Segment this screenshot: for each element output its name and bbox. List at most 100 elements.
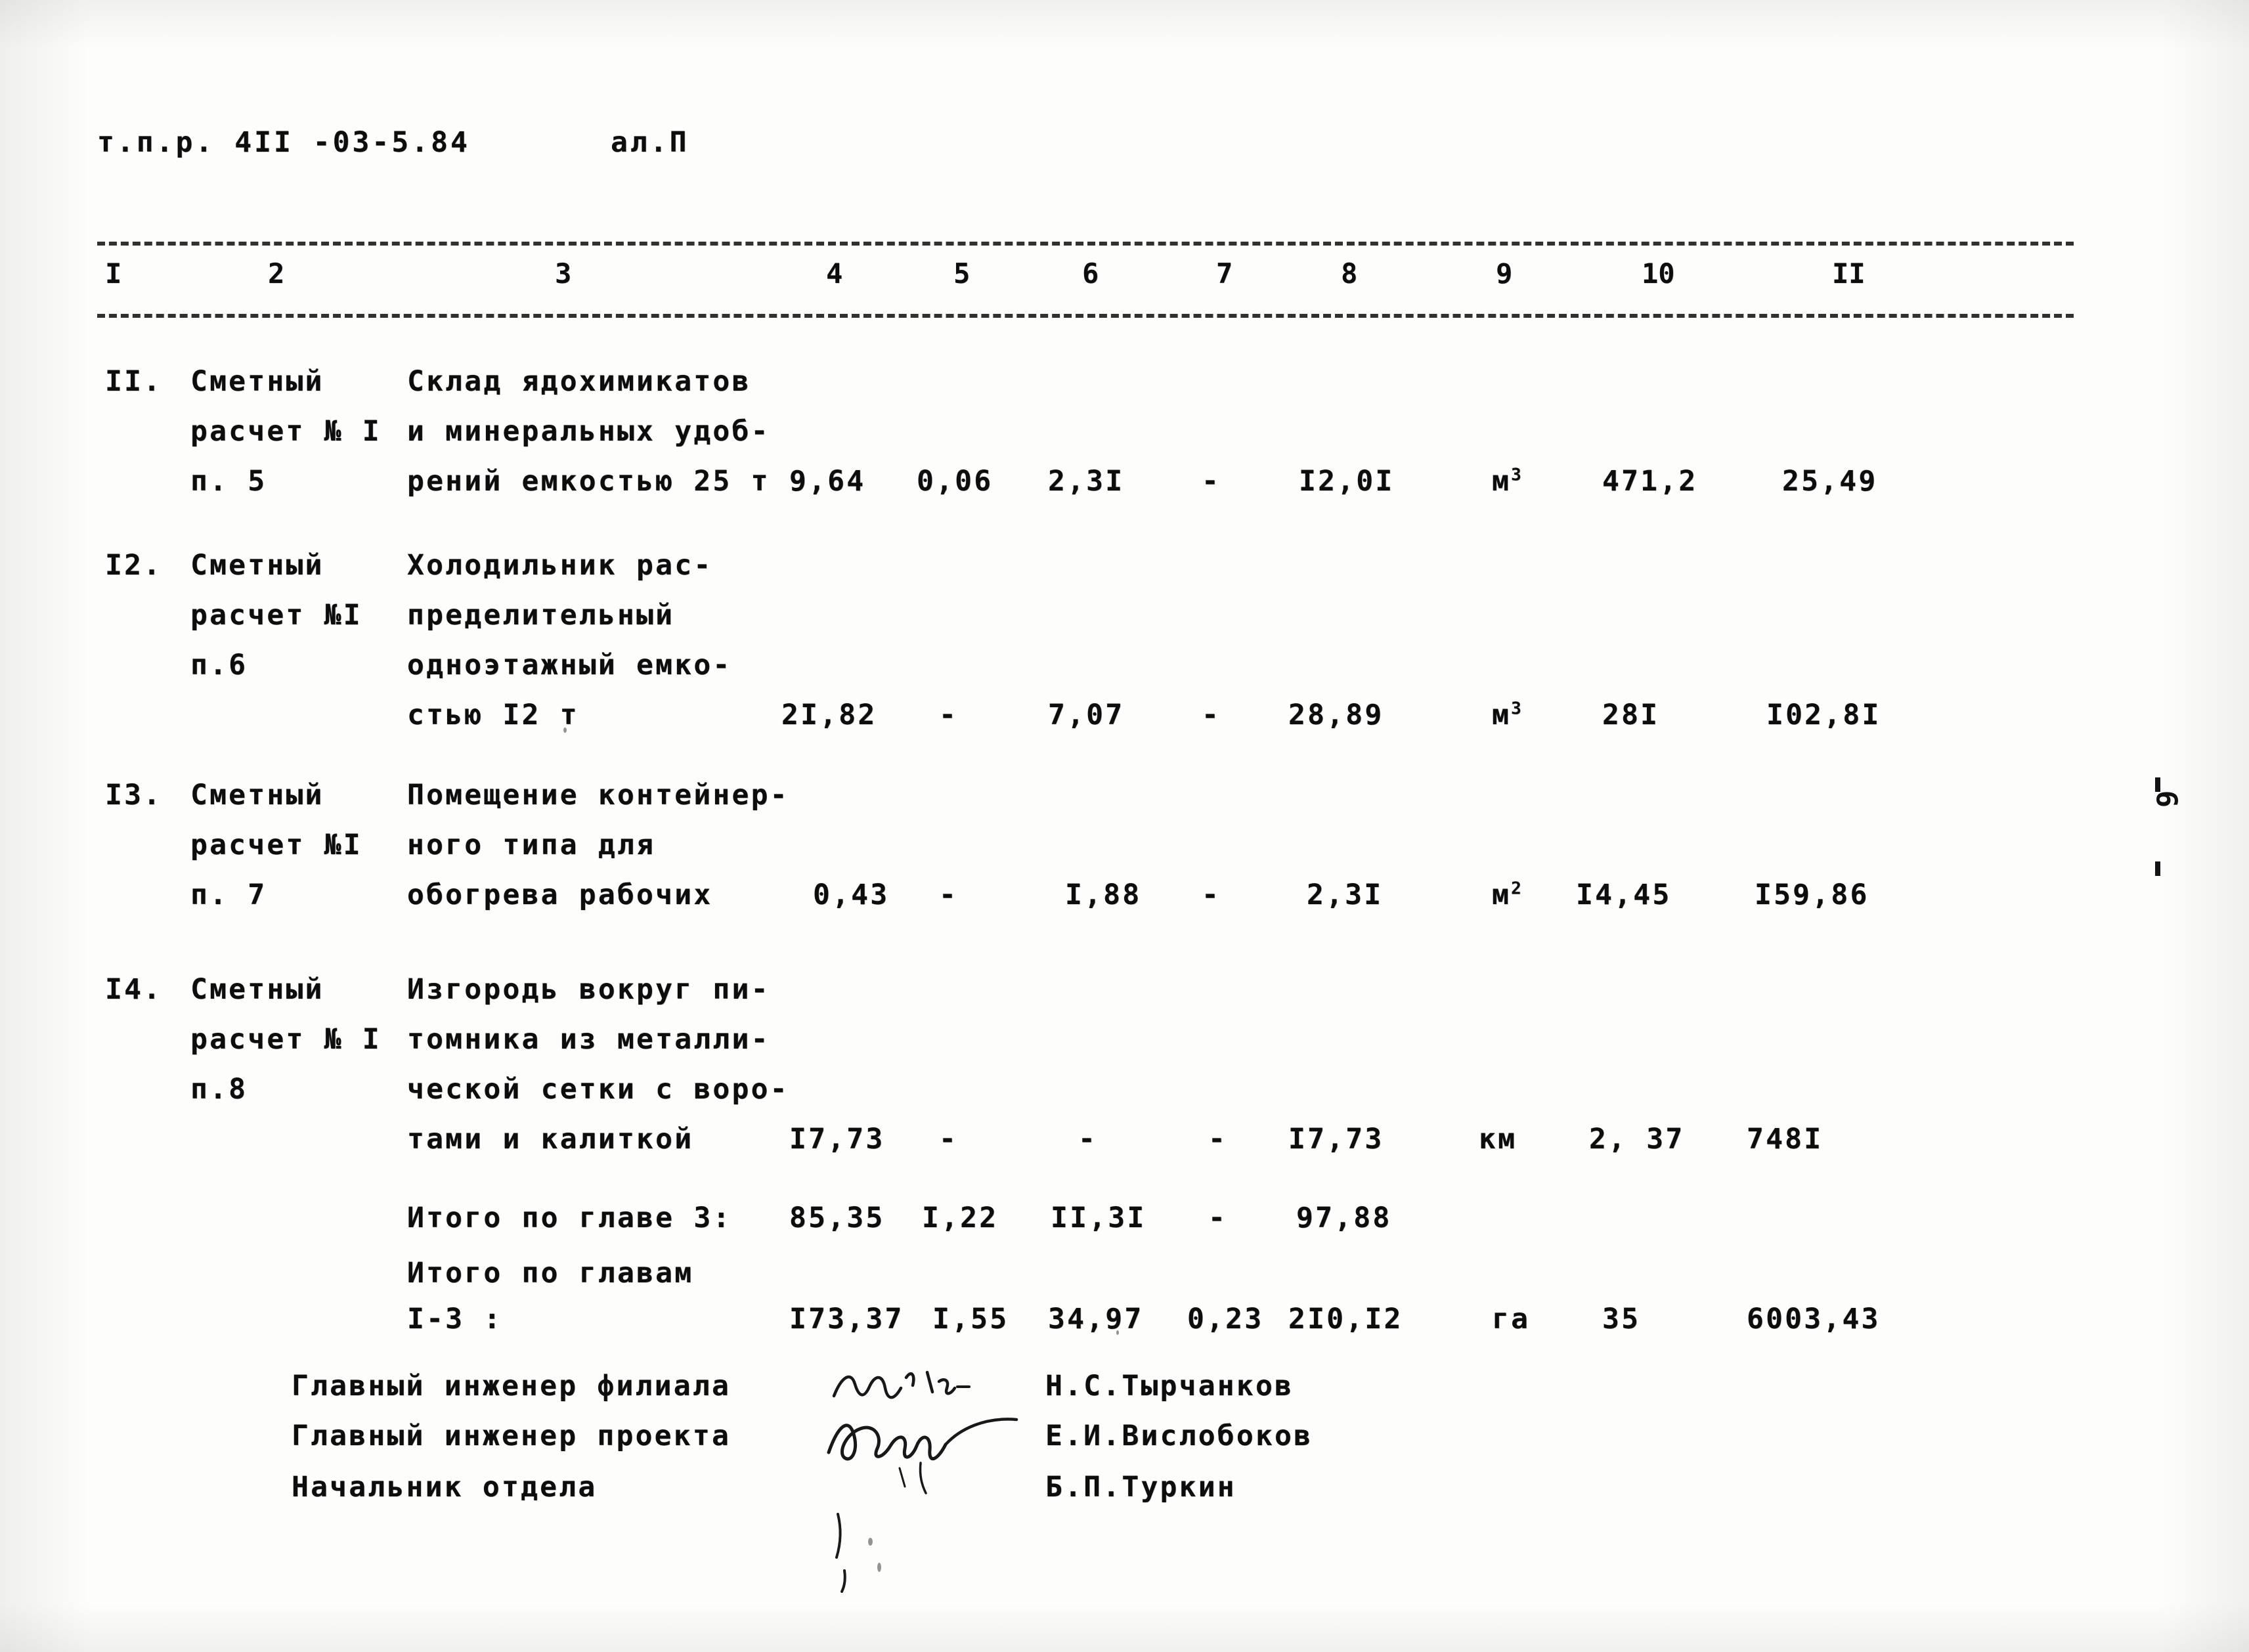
column-number-10: 10 <box>1642 257 1675 290</box>
cell-col5: - <box>939 1123 959 1156</box>
cell-col5: - <box>939 879 959 911</box>
row-name-line: рений емкостью 25 т <box>407 465 770 498</box>
row-name-line: одноэтажный емко- <box>407 649 732 682</box>
document-sheet: т.п.р. 4II -03-5.84 ал.П I 2 3 4 5 6 7 8… <box>0 0 2249 1652</box>
signature-title: Начальник отдела <box>292 1471 598 1504</box>
totals-col5: I,22 <box>922 1202 999 1234</box>
row-ref-line: расчет № I <box>190 1023 382 1056</box>
totals-col4: 85,35 <box>789 1202 885 1234</box>
row-name-line: пределительный <box>407 599 675 632</box>
row-name-line: ческой сетки с воро- <box>407 1073 789 1106</box>
cell-unit: км <box>1479 1125 1517 1154</box>
handwritten-signature-mark <box>822 1402 1045 1501</box>
totals-col7: - <box>1208 1202 1228 1234</box>
row-number: I4. <box>105 973 163 1006</box>
column-number-3: 3 <box>555 257 572 290</box>
cell-col6: - <box>1078 1123 1098 1156</box>
unit-symbol: м <box>1492 465 1512 498</box>
cell-col7: - <box>1202 879 1221 911</box>
row-number: I2. <box>105 549 163 582</box>
column-number-2: 2 <box>268 257 285 290</box>
row-ref-line: п.6 <box>190 649 248 682</box>
row-name-line: ного типа для <box>407 829 656 861</box>
totals-col10: 35 <box>1602 1303 1641 1336</box>
cell-col7: - <box>1202 699 1221 731</box>
totals-unit: га <box>1492 1303 1531 1336</box>
document-code: т.п.р. 4II -03-5.84 <box>97 126 470 159</box>
column-number-5: 5 <box>953 257 971 290</box>
column-number-6: 6 <box>1082 257 1099 290</box>
cell-col4: 9,64 <box>789 465 866 498</box>
column-number-11: II <box>1832 257 1866 290</box>
totals-label: Итого по главе 3: <box>407 1202 732 1234</box>
signature-name: Б.П.Туркин <box>1045 1471 1236 1504</box>
totals-label: Итого по главам <box>407 1257 694 1290</box>
row-ref-line: расчет № I <box>190 415 382 448</box>
totals-col8: 97,88 <box>1296 1202 1392 1234</box>
cell-col7: - <box>1202 465 1221 498</box>
signature-name: Е.И.Вислобоков <box>1045 1420 1313 1452</box>
cell-unit: м3 <box>1492 701 1521 729</box>
row-ref-line: Сметный <box>190 779 324 812</box>
row-name-line: обогрева рабочих <box>407 879 713 911</box>
page-number-dash-bottom <box>2155 861 2160 876</box>
totals-col11: 6003,43 <box>1747 1303 1881 1336</box>
cell-col10: I4,45 <box>1576 879 1672 911</box>
scan-speck <box>1116 1330 1119 1335</box>
cell-col4: I7,73 <box>789 1123 885 1156</box>
row-name-line: Помещение контейнер- <box>407 779 789 812</box>
totals-col6: 34,97 <box>1048 1303 1144 1336</box>
row-number: I3. <box>105 779 163 812</box>
row-name-line: томника из металли- <box>407 1023 770 1056</box>
column-number-1: I <box>105 257 122 290</box>
cell-col10: 2, 37 <box>1589 1123 1685 1156</box>
cell-col8: I2,0I <box>1299 465 1395 498</box>
cell-col8: 2,3I <box>1307 879 1384 911</box>
table-top-rule <box>97 242 2074 246</box>
cell-col6: 2,3I <box>1048 465 1125 498</box>
totals-col6: II,3I <box>1051 1202 1146 1234</box>
cell-col7: - <box>1208 1123 1228 1156</box>
unit-symbol: км <box>1479 1123 1518 1156</box>
row-name-line: стью I2 т <box>407 699 579 731</box>
cell-col10: 28I <box>1602 699 1660 731</box>
cell-unit: м2 <box>1492 880 1521 909</box>
row-ref-line: Сметный <box>190 549 324 582</box>
cell-col11: I02,8I <box>1766 699 1881 731</box>
signature-name: Н.С.Тырчанков <box>1045 1370 1294 1402</box>
cell-col8: 28,89 <box>1288 699 1384 731</box>
totals-col4: I73,37 <box>789 1303 904 1336</box>
row-ref-line: расчет №I <box>190 829 362 861</box>
row-name-line: тами и калиткой <box>407 1123 694 1156</box>
cell-col5: - <box>939 699 959 731</box>
unit-symbol: м <box>1492 699 1512 731</box>
scan-speck <box>877 1563 881 1572</box>
totals-col7: 0,23 <box>1187 1303 1264 1336</box>
cell-col10: 471,2 <box>1602 465 1698 498</box>
row-ref-line: п.8 <box>190 1073 248 1106</box>
cell-col4: 0,43 <box>813 879 890 911</box>
handwritten-signature-mark <box>822 1508 901 1593</box>
cell-col8: I7,73 <box>1288 1123 1384 1156</box>
signature-title: Главный инженер филиала <box>292 1370 731 1402</box>
row-name-line: Склад ядохимикатов <box>407 365 751 398</box>
unit-exponent: 3 <box>1511 699 1521 719</box>
cell-unit: м3 <box>1492 467 1521 496</box>
scan-speck <box>868 1538 873 1546</box>
column-number-9: 9 <box>1496 257 1513 290</box>
column-number-8: 8 <box>1341 257 1358 290</box>
row-ref-line: расчет №I <box>190 599 362 632</box>
cell-col4: 2I,82 <box>781 699 877 731</box>
page-number: 9 <box>2151 786 2185 808</box>
unit-exponent: 3 <box>1511 465 1521 485</box>
cell-col11: 25,49 <box>1782 465 1878 498</box>
signature-title: Главный инженер проекта <box>292 1420 731 1452</box>
scan-speck <box>563 728 567 733</box>
row-name-line: Холодильник рас- <box>407 549 713 582</box>
row-number: II. <box>105 365 163 398</box>
totals-col5: I,55 <box>932 1303 1009 1336</box>
row-ref-line: п. 7 <box>190 879 267 911</box>
totals-col8: 2I0,I2 <box>1288 1303 1403 1336</box>
row-name-line: Изгородь вокруг пи- <box>407 973 770 1006</box>
cell-col6: 7,07 <box>1048 699 1125 731</box>
